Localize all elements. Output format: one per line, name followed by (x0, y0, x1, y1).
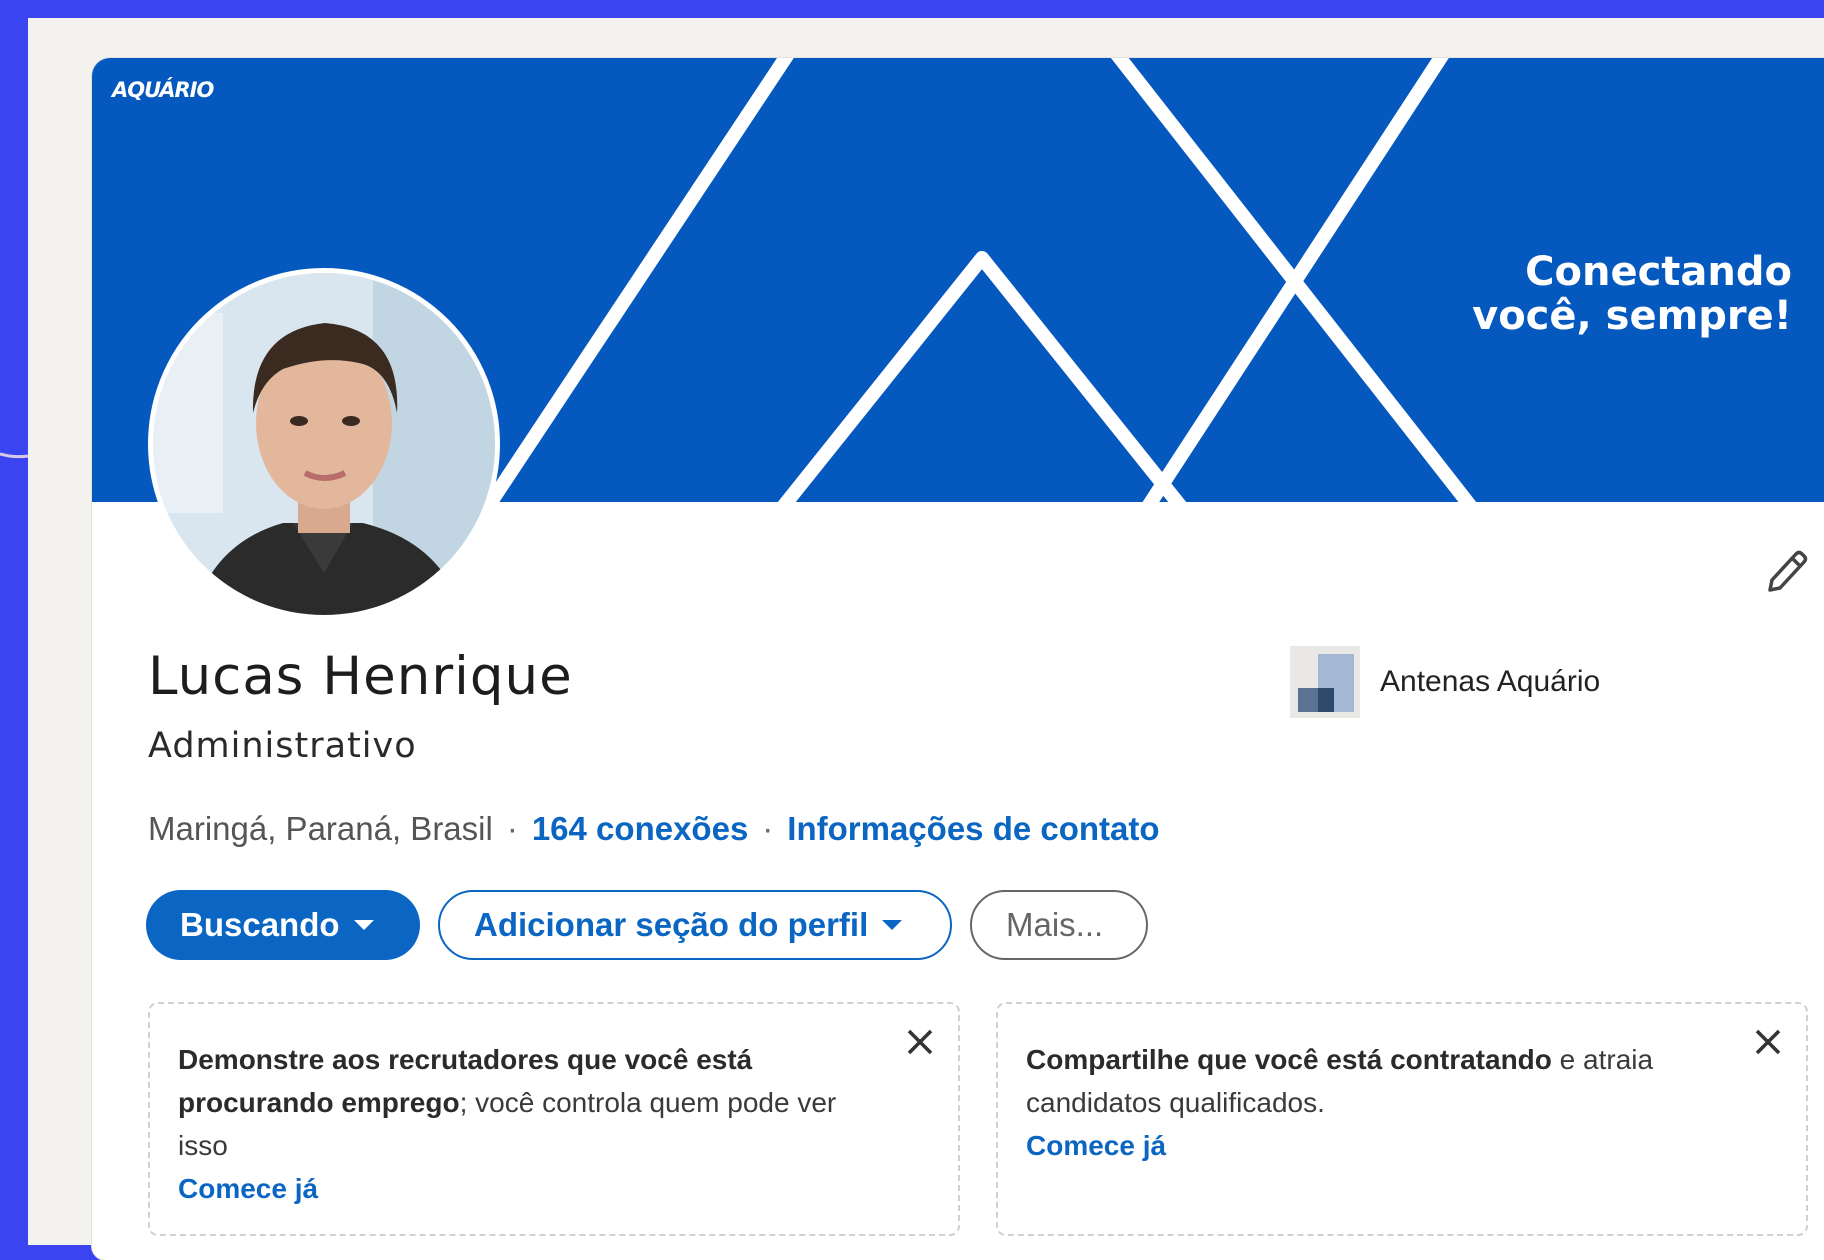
profile-name: Lucas Henrique (148, 646, 573, 707)
page-frame: AQUÁRIO Conectando você, sempre! Lucas H… (28, 18, 1824, 1260)
more-button[interactable]: Mais... (970, 890, 1148, 960)
separator-dot: · (762, 810, 774, 847)
banner-slogan: Conectando você, sempre! (1472, 250, 1792, 338)
profile-meta: Maringá, Paraná, Brasil · 164 conexões ·… (148, 810, 1160, 848)
dismiss-button[interactable] (900, 1022, 940, 1062)
dismiss-button[interactable] (1748, 1022, 1788, 1062)
suggestion-bold-text: Compartilhe que você está contratando (1026, 1044, 1552, 1075)
suggestion-card-hiring: Compartilhe que você está contratando e … (996, 1002, 1808, 1236)
profile-location: Maringá, Paraná, Brasil (148, 810, 493, 847)
get-started-link[interactable]: Comece já (178, 1167, 930, 1210)
contact-info-link[interactable]: Informações de contato (787, 810, 1159, 848)
company-logo (1290, 646, 1360, 718)
slogan-line-1: Conectando (1525, 249, 1792, 295)
close-icon (907, 1029, 933, 1055)
profile-avatar[interactable] (148, 268, 500, 620)
add-profile-section-label: Adicionar seção do perfil (474, 906, 869, 943)
company-name: Antenas Aquário (1380, 665, 1601, 698)
connections-link[interactable]: 164 conexões (532, 810, 748, 848)
suggestion-card-job-seeking: Demonstre aos recrutadores que você está… (148, 1002, 960, 1236)
aquario-logo: AQUÁRIO (112, 78, 214, 102)
caret-down-icon (353, 920, 374, 930)
current-company-link[interactable]: Antenas Aquário (1290, 646, 1600, 718)
suggestion-text: Compartilhe que você está contratando e … (1026, 1038, 1726, 1124)
add-profile-section-button[interactable]: Adicionar seção do perfil (438, 890, 952, 960)
decorative-stroke (0, 452, 29, 459)
slogan-line-2: você, sempre! (1472, 293, 1792, 339)
avatar-photo (153, 273, 495, 615)
caret-down-icon (882, 920, 903, 930)
edit-profile-button[interactable] (1756, 540, 1816, 600)
suggestion-text: Demonstre aos recrutadores que você está… (178, 1038, 878, 1167)
more-label: Mais... (1006, 906, 1104, 943)
open-to-label: Buscando (180, 906, 340, 943)
separator-dot: · (506, 810, 518, 847)
close-icon (1755, 1029, 1781, 1055)
profile-card: AQUÁRIO Conectando você, sempre! Lucas H… (92, 58, 1824, 1260)
open-to-button[interactable]: Buscando (146, 890, 420, 960)
profile-headline: Administrativo (148, 726, 417, 766)
pencil-icon (1768, 550, 1808, 592)
profile-actions: Buscando Adicionar seção do perfil Mais.… (146, 890, 1166, 960)
get-started-link[interactable]: Comece já (1026, 1124, 1778, 1167)
